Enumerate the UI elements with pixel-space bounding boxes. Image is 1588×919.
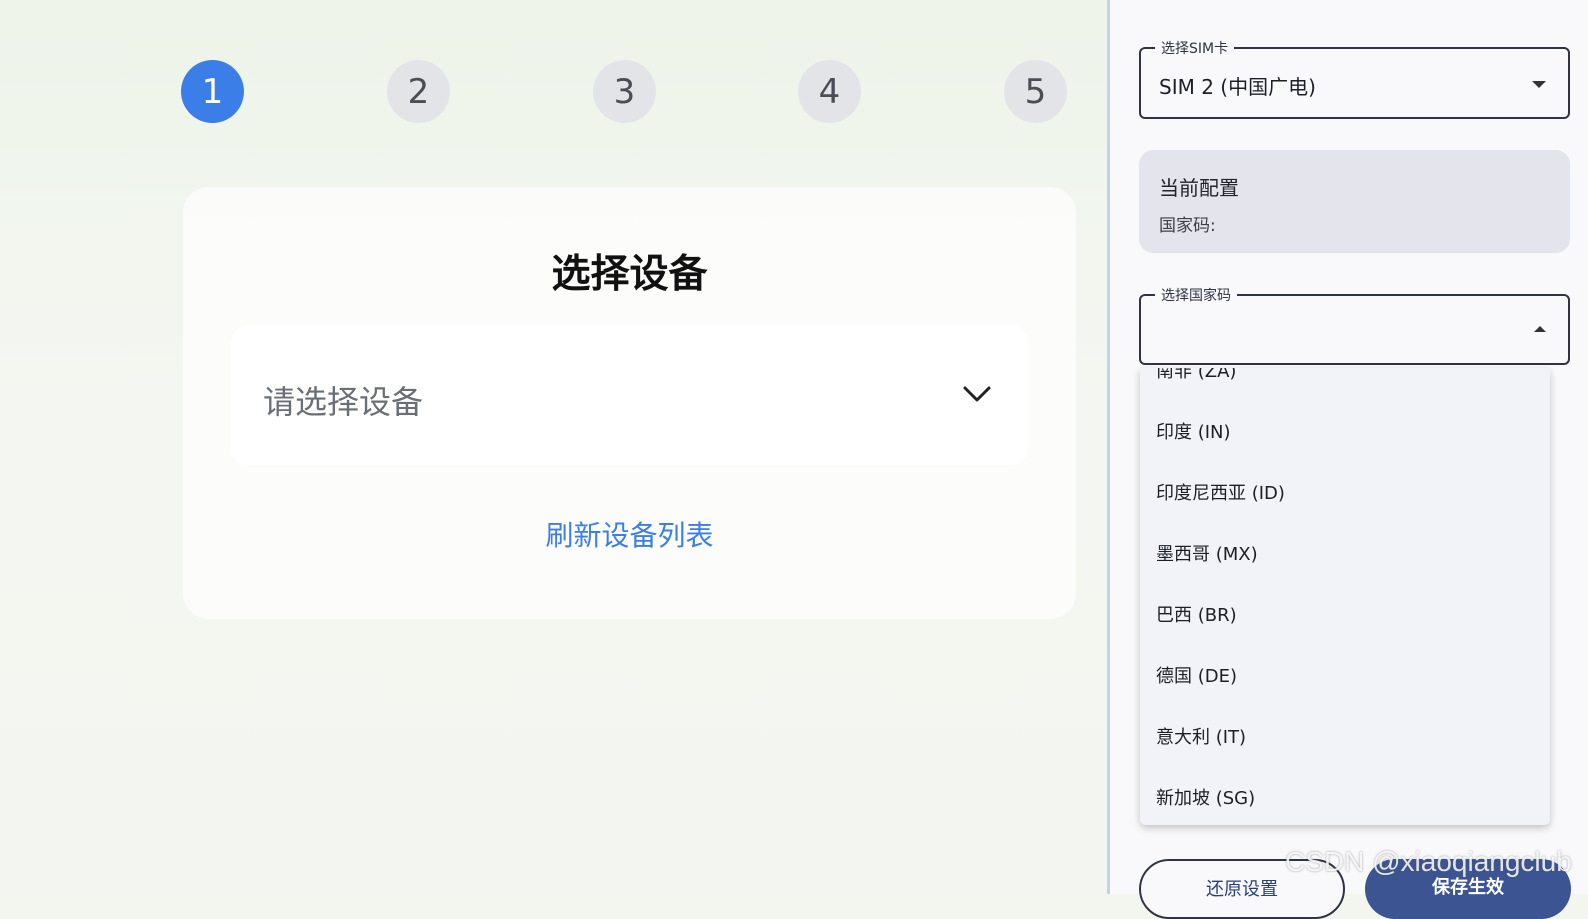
caret-down-icon [1532,81,1546,88]
device-selection-card: 选择设备 请选择设备 刷新设备列表 [183,187,1076,619]
sim-select-field[interactable]: 选择SIM卡 SIM 2 (中国广电) [1139,38,1570,119]
card-title: 选择设备 [551,252,708,297]
current-config-box: 当前配置 国家码: [1139,150,1570,253]
step-3-indicator[interactable]: 3 [593,60,656,123]
country-code-select-field[interactable]: 选择国家码 [1139,285,1570,365]
country-option[interactable]: 意大利 (IT) [1156,723,1246,749]
step-1-indicator[interactable]: 1 [181,60,244,123]
step-2-indicator[interactable]: 2 [387,60,450,123]
step-5-indicator[interactable]: 5 [1004,60,1067,123]
refresh-device-list-link[interactable]: 刷新设备列表 [183,514,1076,554]
country-option[interactable]: 墨西哥 (MX) [1156,540,1258,566]
country-option[interactable]: 德国 (DE) [1156,662,1237,688]
watermark: CSDN @xiaoqiangclub [1285,846,1572,877]
country-code-legend: 选择国家码 [1155,285,1237,305]
country-option[interactable]: 印度 (IN) [1156,418,1231,444]
wizard-area: 1 2 3 4 5 选择设备 请选择设备 刷新设备列表 [0,0,1107,894]
country-option[interactable]: 印度尼西亚 (ID) [1156,479,1285,505]
device-select-dropdown[interactable]: 请选择设备 [231,325,1028,465]
step-4-indicator[interactable]: 4 [798,60,861,123]
country-code-dropdown-list[interactable]: 南非 (ZA) 印度 (IN) 印度尼西亚 (ID) 墨西哥 (MX) 巴西 (… [1140,368,1550,825]
sim-select-value: SIM 2 (中国广电) [1159,75,1316,99]
country-code-label: 国家码: [1159,216,1216,236]
caret-up-icon [1534,326,1546,332]
current-config-title: 当前配置 [1159,176,1239,200]
country-option[interactable]: 巴西 (BR) [1156,601,1237,627]
device-select-placeholder: 请选择设备 [263,383,424,421]
sim-select-legend: 选择SIM卡 [1155,38,1235,58]
chevron-down-icon [963,386,991,402]
country-option[interactable]: 南非 (ZA) [1156,368,1236,383]
country-option[interactable]: 新加坡 (SG) [1156,784,1255,810]
